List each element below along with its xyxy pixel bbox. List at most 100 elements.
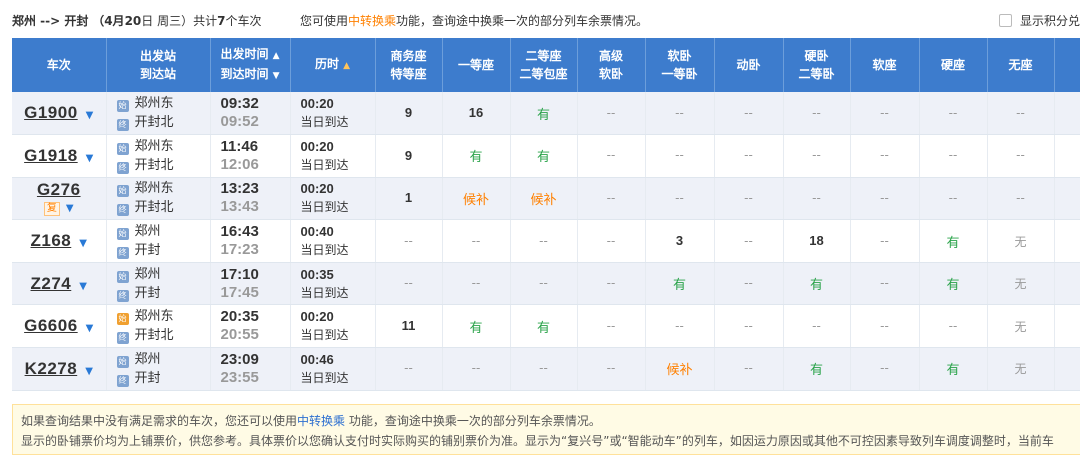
seat-second-cell[interactable]: 有 (510, 304, 578, 349)
seat-availability: -- (404, 276, 413, 291)
seat-advanced-soft-cell: -- (577, 347, 646, 391)
chevron-down-icon[interactable]: ▼ (66, 203, 74, 214)
table-row[interactable]: Z274 ▼ 始郑州终开封 17:10 17:45 00:35 当日到达 -- -- -- -- 有 -… (12, 262, 1080, 306)
col-time-header[interactable]: 出发时间 ▲ 到达时间 ▼ (210, 38, 291, 92)
seat-hard-sleeper-cell: -- (783, 92, 851, 136)
seat-business-cell: -- (375, 347, 443, 391)
seat-hard-seat-cell[interactable]: 有 (919, 219, 988, 263)
departure-station-icon: 始 (116, 270, 129, 283)
arrival-time: 13:43 (220, 198, 259, 216)
seat-advanced-soft-cell: -- (577, 92, 646, 136)
train-number-link[interactable]: K2278 (25, 359, 78, 378)
sort-down-icon[interactable]: ▼ (273, 71, 280, 81)
station-cell: 始郑州终开封 (106, 347, 211, 391)
seat-availability: -- (471, 361, 481, 376)
table-row[interactable]: G1900 ▼ 始郑州东终开封北 09:32 09:52 00:20 当日到达 9 16 有 -- -… (12, 92, 1080, 136)
train-number-cell[interactable]: Z168 ▼ (12, 219, 107, 263)
notice-transfer-link[interactable]: 中转换乘 (297, 414, 345, 428)
show-points-toggle[interactable]: 显示积分兑 (998, 12, 1080, 29)
chevron-down-icon[interactable]: ▼ (85, 366, 93, 377)
col-motion-sleeper-header: 动卧 (714, 38, 784, 92)
seat-business-cell[interactable]: 9 (375, 92, 443, 136)
train-number-cell[interactable]: G6606 ▼ (12, 304, 107, 349)
seat-business-cell[interactable]: 9 (375, 134, 443, 178)
seat-soft-sleeper-cell: -- (645, 304, 715, 349)
seat-business-cell[interactable]: 11 (375, 304, 443, 349)
seat-availability: -- (539, 361, 548, 376)
sort-up-icon[interactable]: ▲ (273, 51, 280, 61)
seat-hard-sleeper-cell[interactable]: 有 (783, 262, 851, 306)
query-summary-bar: 郑州 --> 开封 （4月20日 周三）共计7个车次 您可使用中转换乘功能，查询… (0, 0, 1080, 38)
seat-availability: 有 (809, 278, 823, 294)
train-number-cell[interactable]: G1900 ▼ (12, 92, 107, 136)
seat-second-cell[interactable]: 有 (510, 92, 578, 136)
seat-business-cell[interactable]: 1 (375, 177, 443, 221)
train-number-cell[interactable]: Z274 ▼ (12, 262, 107, 306)
table-row[interactable]: Z168 ▼ 始郑州终开封 16:43 17:23 00:40 当日到达 -- -- -- -- 3-… (12, 219, 1080, 263)
seat-hard-seat-cell[interactable]: 有 (919, 347, 988, 391)
arrival-day: 当日到达 (300, 370, 349, 385)
seat-first-cell[interactable]: 有 (442, 304, 511, 349)
seat-availability: 有 (809, 363, 823, 379)
seat-hard-seat-cell[interactable]: 有 (919, 262, 988, 306)
seat-second-cell[interactable]: 候补 (510, 177, 578, 221)
arrival-time: 17:45 (220, 283, 259, 301)
col-duration-header[interactable]: 历时 ▲ (290, 38, 376, 92)
seat-second-cell[interactable]: 有 (510, 134, 578, 178)
seat-availability: -- (948, 105, 958, 120)
seat-hard-sleeper-cell[interactable]: 18 (783, 219, 851, 263)
departure-time: 23:09 (220, 350, 259, 368)
seat-hard-sleeper-cell[interactable]: 有 (783, 347, 851, 391)
arrival-day: 当日到达 (300, 243, 349, 258)
seat-no-seat-cell: -- (987, 134, 1055, 178)
chevron-down-icon[interactable]: ▼ (86, 323, 94, 334)
chevron-down-icon[interactable]: ▼ (86, 110, 94, 121)
station-cell: 始郑州终开封 (106, 219, 211, 263)
train-number-link[interactable]: G1918 (24, 146, 78, 165)
seat-availability: -- (880, 190, 889, 205)
show-points-checkbox[interactable] (998, 14, 1012, 27)
train-number-link[interactable]: Z168 (31, 231, 72, 250)
train-number-cell[interactable]: G1918 ▼ (12, 134, 107, 178)
train-number-cell[interactable]: G276 复 ▼ (12, 177, 107, 221)
seat-second-cell: -- (510, 262, 578, 306)
seat-first-cell[interactable]: 16 (442, 92, 511, 136)
train-number-link[interactable]: G276 (37, 180, 81, 199)
table-row[interactable]: K2278 ▼ 始郑州终开封 23:09 23:55 00:46 当日到达 -- -- -- -- 候… (12, 347, 1080, 391)
arrival-time: 12:06 (220, 155, 259, 173)
extra-cell (1054, 262, 1080, 306)
duration-sort-icon[interactable]: ▲ (343, 61, 350, 71)
duration-value: 00:35 (300, 266, 334, 282)
transfer-link[interactable]: 中转换乘 (348, 14, 396, 28)
date-day: 20 (124, 14, 142, 28)
count-suffix: 个车次 (225, 14, 262, 28)
duration-cell: 00:20 当日到达 (290, 177, 376, 221)
duration-value: 00:20 (300, 181, 334, 197)
seat-hard-seat-cell: -- (919, 134, 988, 178)
seat-soft-sleeper-cell[interactable]: 有 (645, 262, 715, 306)
table-row[interactable]: G6606 ▼ 始郑州东终开封北 20:35 20:55 00:20 当日到达 11 有有 -- -… (12, 304, 1080, 349)
train-number-link[interactable]: G6606 (24, 316, 78, 335)
train-number-link[interactable]: Z274 (31, 274, 72, 293)
seat-first-cell[interactable]: 有 (442, 134, 511, 178)
arrival-station-icon: 终 (116, 289, 129, 302)
arrival-day: 当日到达 (300, 200, 349, 215)
col-hard-sleeper-header: 硬卧 二等卧 (783, 38, 851, 92)
table-row[interactable]: G1918 ▼ 始郑州东终开封北 11:46 12:06 00:20 当日到达 9 有有 -- --… (12, 134, 1080, 178)
seat-soft-sleeper-cell[interactable]: 候补 (645, 347, 715, 391)
tip-suffix: 功能，查询途中换乘一次的部分列车余票情况。 (396, 14, 649, 28)
seat-availability: -- (744, 233, 753, 248)
train-number-cell[interactable]: K2278 ▼ (12, 347, 107, 391)
seat-availability: -- (606, 233, 616, 248)
chevron-down-icon[interactable]: ▼ (79, 238, 87, 249)
table-row[interactable]: G276 复 ▼ 始郑州东终开封北 13:23 13:43 00:20 当日到达 1 候补 候补 --… (12, 177, 1080, 221)
train-number-link[interactable]: G1900 (24, 103, 78, 122)
departure-station: 郑州 (134, 224, 161, 240)
chevron-down-icon[interactable]: ▼ (86, 153, 94, 164)
time-cell: 13:23 13:43 (210, 177, 291, 221)
chevron-down-icon[interactable]: ▼ (79, 281, 87, 292)
seat-availability: 11 (401, 318, 416, 334)
seat-availability: 有 (469, 150, 483, 166)
seat-soft-sleeper-cell[interactable]: 3 (645, 219, 715, 263)
seat-first-cell[interactable]: 候补 (442, 177, 511, 221)
